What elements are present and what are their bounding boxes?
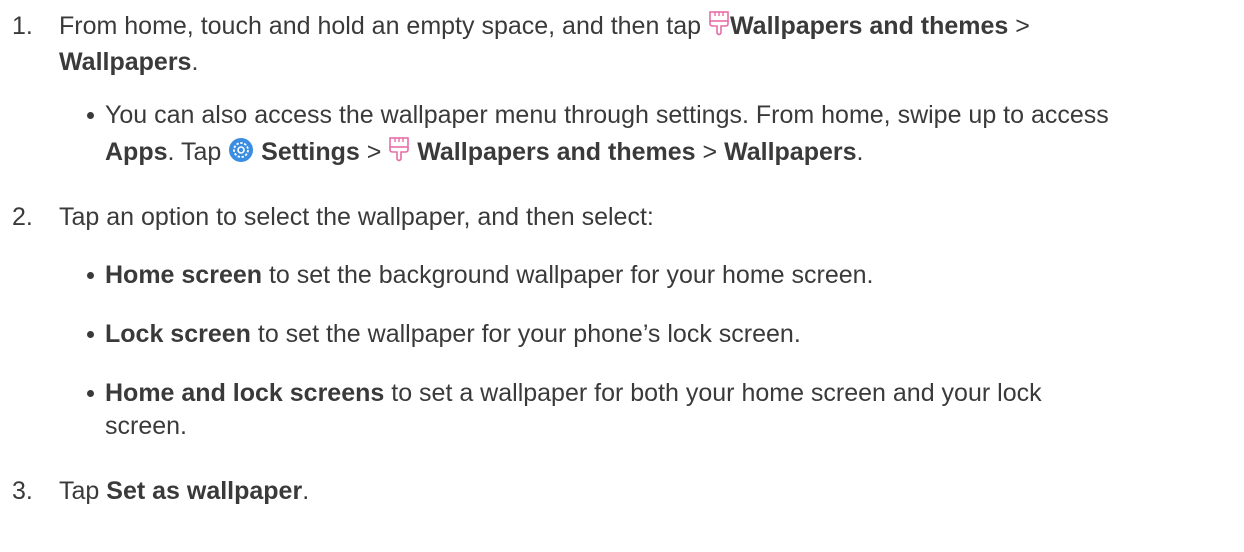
step-1-line-1: From home, touch and hold an empty space… (59, 11, 1030, 41)
home-screen-description: to set the background wallpaper for your… (262, 261, 874, 289)
bullet-dot (87, 331, 94, 338)
lock-screen-description: to set the wallpaper for your phone’s lo… (250, 320, 801, 348)
bullet-1-line-2: Apps. Tap Settings > Wallpapers and them… (105, 137, 863, 167)
wallpapers-and-themes-label: Wallpapers and themes (417, 138, 696, 166)
step-1-line-2: Wallpapers. (59, 47, 198, 77)
bullet-dot (87, 272, 94, 279)
home-screen-label: Home screen (105, 261, 263, 289)
bullet-home-and-lock-screens-line-2: screen. (105, 412, 187, 440)
instructions-document: 1. From home, touch and hold an empty sp… (0, 0, 1244, 552)
step-number-3: 3. (12, 477, 33, 505)
lock-screen-label: Lock screen (105, 320, 251, 348)
bullet-dot (87, 390, 94, 397)
settings-label: Settings (261, 138, 360, 166)
separator: > (695, 138, 725, 166)
bullet-dot (87, 112, 94, 119)
separator: > (359, 138, 389, 166)
home-and-lock-screens-label: Home and lock screens (105, 379, 385, 407)
bullet-home-screen: Home screen to set the background wallpa… (105, 260, 873, 290)
paintbrush-icon (708, 11, 730, 37)
period: . (856, 138, 864, 166)
step-number-2: 2. (12, 203, 33, 231)
wallpapers-label: Wallpapers (59, 48, 192, 76)
settings-gear-icon (228, 137, 254, 163)
wallpapers-and-themes-label: Wallpapers and themes (730, 12, 1009, 40)
step-3-line: Tap Set as wallpaper. (59, 476, 309, 506)
tap-text: . Tap (167, 138, 229, 166)
tap-text: Tap (59, 477, 107, 505)
bullet-1-line-1: You can also access the wallpaper menu t… (105, 101, 1109, 129)
step-2-text: Tap an option to select the wallpaper, a… (59, 203, 654, 231)
home-and-lock-screens-description: to set a wallpaper for both your home sc… (384, 379, 1042, 407)
step-1-text: From home, touch and hold an empty space… (59, 12, 709, 40)
bullet-lock-screen: Lock screen to set the wallpaper for you… (105, 319, 801, 349)
bullet-home-and-lock-screens: Home and lock screens to set a wallpaper… (105, 378, 1042, 408)
step-number-1: 1. (12, 12, 33, 40)
set-as-wallpaper-label: Set as wallpaper (106, 477, 303, 505)
step-1-separator: > (1008, 12, 1030, 40)
wallpapers-label: Wallpapers (724, 138, 857, 166)
period: . (302, 477, 310, 505)
apps-label: Apps (105, 138, 168, 166)
step-1-period: . (191, 48, 199, 76)
paintbrush-icon (388, 137, 410, 163)
